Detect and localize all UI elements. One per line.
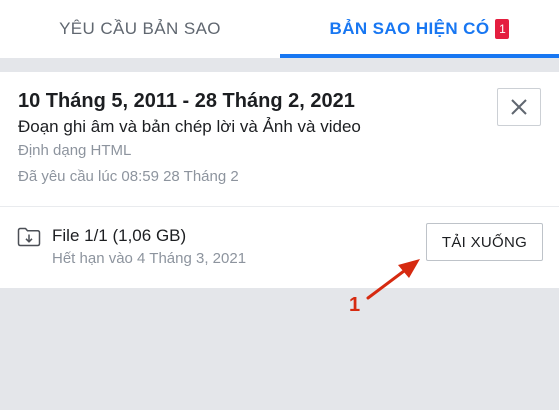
close-icon	[511, 99, 527, 115]
requested-at-text: Đã yêu cầu lúc 08:59 28 Tháng 2	[18, 168, 239, 185]
notification-badge: 1	[495, 19, 510, 39]
tab-available-copies[interactable]: BẢN SAO HIỆN CÓ 1	[280, 0, 559, 58]
file-name: File 1/1 (1,06 GB)	[52, 226, 187, 245]
folder-download-icon	[17, 227, 41, 247]
tab-requests-label: YÊU CẦU BẢN SAO	[59, 19, 221, 38]
annotation-number: 1	[349, 294, 361, 316]
tab-available-label: BẢN SAO HIỆN CÓ	[329, 19, 490, 38]
download-copy-card: 10 Tháng 5, 2011 - 28 Tháng 2, 2021 Đoạn…	[0, 72, 559, 288]
format-text: Định dạng HTML	[18, 142, 132, 159]
close-button[interactable]	[497, 88, 541, 126]
content-types-text: Đoạn ghi âm và bản chép lời và Ảnh và vi…	[18, 117, 361, 136]
date-range-title: 10 Tháng 5, 2011 - 28 Tháng 2, 2021	[18, 90, 355, 112]
divider	[0, 206, 559, 207]
download-button[interactable]: TẢI XUỐNG	[426, 223, 543, 261]
download-button-label: TẢI XUỐNG	[441, 233, 528, 251]
expiry-text: Hết hạn vào 4 Tháng 3, 2021	[52, 250, 247, 267]
tab-requests[interactable]: YÊU CẦU BẢN SAO	[0, 0, 280, 58]
annotation-arrow-icon	[366, 259, 420, 300]
tab-bar: YÊU CẦU BẢN SAO BẢN SAO HIỆN CÓ 1	[0, 0, 559, 58]
